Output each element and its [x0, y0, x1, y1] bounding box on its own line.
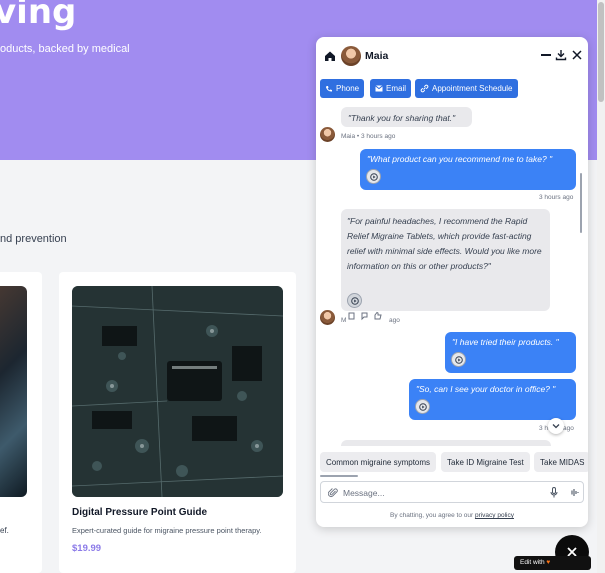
product-card[interactable]: Digital Pressure Point Guide Expert-cura… [59, 272, 296, 573]
play-icon [455, 356, 463, 364]
chat-widget: Maia Phone Email Appointment Schedule "T… [316, 37, 588, 527]
heart-icon: ♥ [546, 559, 551, 566]
agent-message-text: "For painful headaches, I recommend the … [347, 216, 542, 271]
message-list[interactable]: "Thank you for sharing that." Maia • 3 h… [316, 103, 588, 446]
product-title[interactable]: Digital Pressure Point Guide [72, 507, 207, 518]
agent-message: "Thank you for sharing that." [341, 107, 472, 127]
message-meta-tail: ago [389, 317, 400, 324]
product-description: Expert-curated guide for migraine pressu… [72, 526, 262, 535]
audio-wave-icon[interactable] [569, 488, 579, 497]
section-description: nd prevention [0, 233, 67, 245]
hero-subtitle: oducts, backed by medical [0, 43, 130, 55]
product-description: ef. [0, 526, 9, 535]
play-audio-button[interactable] [451, 352, 466, 367]
message-meta: 3 hours ago [539, 194, 574, 201]
chat-scrollbar[interactable] [580, 173, 582, 233]
agent-message: "For painful headaches, I recommend the … [341, 209, 550, 311]
suggestion-chip[interactable]: Take ID Migraine Test [441, 452, 530, 472]
chat-header: Maia [316, 37, 588, 75]
phone-icon [326, 85, 332, 92]
agent-message-partial [341, 440, 551, 446]
feedback-icons[interactable] [347, 311, 385, 321]
user-message: "I have tried their products. " [445, 332, 576, 373]
product-card-partial[interactable]: ef. [0, 272, 42, 573]
user-message-text: "So, can I see your doctor in office? " [416, 384, 556, 394]
agent-avatar [341, 46, 361, 66]
suggestion-chip[interactable]: Take MIDAS [534, 452, 588, 472]
play-icon [351, 297, 359, 305]
hero-title: ving [0, 0, 77, 32]
play-audio-button[interactable] [415, 399, 430, 414]
privacy-note-text: By chatting, you agree to our [390, 512, 474, 519]
scroll-down-button[interactable] [548, 418, 564, 434]
home-icon[interactable] [323, 49, 337, 63]
appointment-button-label: Appointment Schedule [432, 84, 513, 93]
microphone-icon[interactable] [550, 487, 558, 498]
message-meta: M [341, 317, 347, 324]
phone-button[interactable]: Phone [320, 79, 365, 98]
appointment-button[interactable]: Appointment Schedule [415, 79, 518, 98]
message-meta: 3 h [539, 425, 549, 432]
play-audio-button[interactable] [347, 293, 362, 308]
play-icon [370, 173, 378, 181]
email-button-label: Email [386, 84, 407, 93]
user-message: "So, can I see your doctor in office? " [409, 379, 576, 420]
message-meta: Maia • 3 hours ago [341, 133, 396, 140]
edit-badge-text: Edit with [520, 559, 545, 566]
suggestion-chip[interactable]: Common migraine symptoms [320, 452, 437, 472]
email-button[interactable]: Email [370, 79, 412, 98]
play-audio-button[interactable] [366, 169, 381, 184]
download-icon[interactable] [554, 48, 568, 62]
play-icon [419, 403, 427, 411]
link-icon [420, 84, 429, 93]
privacy-policy-link[interactable]: privacy policy [475, 512, 514, 519]
page-scrollbar-thumb[interactable] [598, 2, 604, 102]
agent-avatar [320, 310, 335, 325]
suggestion-scrollbar[interactable] [320, 475, 358, 477]
chevron-down-icon [552, 424, 560, 429]
message-meta-tail: ago [563, 425, 574, 432]
privacy-note: By chatting, you agree to our privacy po… [316, 512, 588, 519]
mail-icon [375, 85, 383, 92]
paperclip-icon[interactable] [328, 487, 338, 498]
minimize-icon[interactable] [539, 48, 553, 62]
phone-button-label: Phone [336, 84, 360, 93]
user-message: "What product can you recommend me to ta… [360, 149, 576, 190]
product-image [0, 286, 27, 497]
agent-name: Maia [365, 50, 389, 62]
close-icon[interactable] [570, 48, 584, 62]
edit-badge[interactable]: Edit with ♥ [514, 556, 591, 570]
message-input[interactable] [343, 485, 523, 500]
page-scrollbar[interactable] [597, 0, 605, 573]
product-price: $19.99 [72, 543, 102, 554]
user-message-text: "I have tried their products. " [452, 337, 559, 347]
agent-avatar [320, 127, 335, 142]
product-image [72, 286, 283, 497]
message-input-box [320, 481, 584, 503]
user-message-text: "What product can you recommend me to ta… [367, 154, 553, 164]
